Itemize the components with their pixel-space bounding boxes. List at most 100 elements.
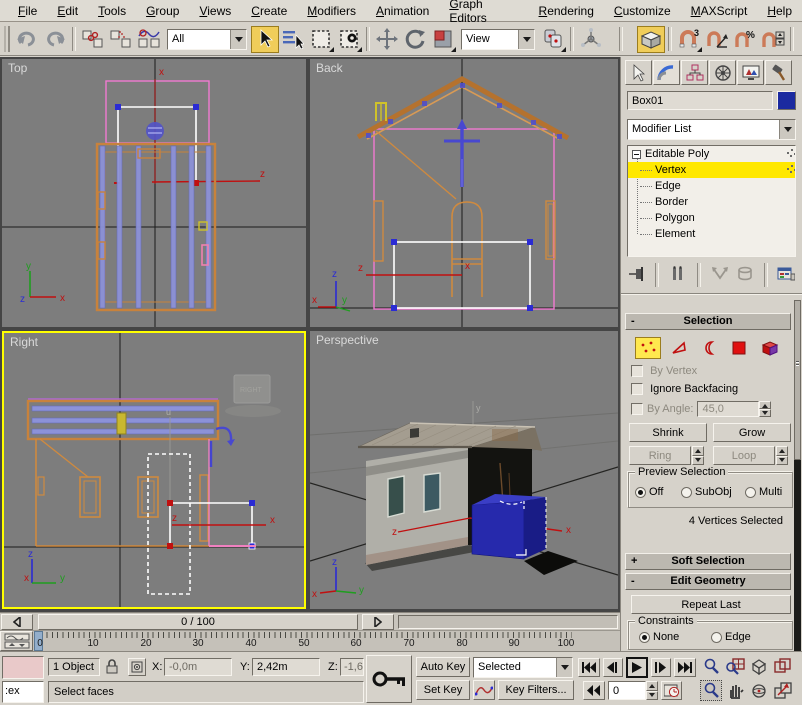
time-configuration-button[interactable]	[661, 681, 682, 700]
menu-animation[interactable]: Animation	[366, 1, 439, 21]
panel-scrollbar[interactable]	[794, 300, 801, 651]
checkbox-box[interactable]	[631, 365, 643, 377]
remove-modifier-button[interactable]	[735, 266, 754, 285]
select-and-manipulate-icon[interactable]	[577, 26, 605, 53]
menu-help[interactable]: Help	[757, 1, 802, 21]
rollout-toggle[interactable]: +	[631, 554, 637, 569]
panel-scrollbar-thumb[interactable]	[794, 300, 801, 460]
viewport-top[interactable]: Top x z	[2, 59, 306, 327]
ring-button[interactable]: Ring	[629, 446, 691, 465]
modifier-list-dropdown[interactable]: Modifier List	[627, 119, 796, 140]
use-pivot-point-center-icon[interactable]	[539, 26, 567, 53]
viewport-top-label[interactable]: Top	[8, 61, 27, 75]
viewport-back-label[interactable]: Back	[316, 61, 343, 75]
toolbar-drag-handle[interactable]	[4, 26, 10, 52]
checkbox-box[interactable]	[631, 403, 643, 415]
grow-button[interactable]: Grow	[713, 423, 791, 442]
stack-item-element[interactable]: Element	[628, 226, 795, 242]
menu-create[interactable]: Create	[241, 1, 297, 21]
menu-tools[interactable]: Tools	[88, 1, 136, 21]
spinner-down-icon[interactable]	[646, 691, 658, 701]
viewport-back[interactable]: Back	[310, 59, 618, 327]
viewport-right[interactable]: Right RIGHT	[2, 331, 306, 609]
rectangular-selection-region-icon[interactable]	[307, 26, 335, 53]
rollout-toggle[interactable]: -	[631, 314, 635, 329]
element-mode-icon[interactable]	[757, 337, 783, 359]
vertex-mode-icon[interactable]	[635, 337, 661, 359]
object-color-swatch[interactable]	[777, 91, 796, 110]
z-coord-field[interactable]: -1,673	[340, 658, 364, 676]
dropdown-arrow-icon[interactable]	[556, 658, 572, 677]
show-end-result-button[interactable]	[668, 266, 687, 285]
y-coord-field[interactable]: 2,42m	[252, 658, 320, 676]
dropdown-arrow-icon[interactable]	[779, 120, 795, 139]
preview-multi-radio[interactable]: Multi	[745, 486, 782, 498]
radio-button[interactable]	[711, 632, 722, 643]
play-button[interactable]	[626, 657, 648, 678]
zoom-button[interactable]	[700, 656, 722, 677]
spinner-up-icon[interactable]	[692, 446, 704, 456]
edge-mode-icon[interactable]	[667, 337, 691, 359]
stack-item-vertex[interactable]: Vertex	[628, 162, 795, 178]
configure-modifier-sets-button[interactable]	[777, 266, 796, 285]
stack-item-border[interactable]: Border	[628, 194, 795, 210]
stack-item-polygon[interactable]: Polygon	[628, 210, 795, 226]
go-to-end-button[interactable]	[674, 658, 696, 677]
ignore-backfacing-checkbox[interactable]: Ignore Backfacing	[631, 383, 738, 398]
select-and-scale-icon[interactable]	[429, 26, 457, 53]
loop-button[interactable]: Loop	[713, 446, 775, 465]
menu-customize[interactable]: Customize	[604, 1, 681, 21]
polygon-mode-icon[interactable]	[727, 337, 751, 359]
by-vertex-checkbox[interactable]: By Vertex	[631, 365, 697, 380]
selection-set-dropdown[interactable]: Selected	[473, 657, 573, 678]
spinner-up-icon[interactable]	[759, 401, 771, 409]
stack-item-edge[interactable]: Edge	[628, 178, 795, 194]
window-crossing-toggle-icon[interactable]	[335, 26, 363, 53]
select-and-move-icon[interactable]	[373, 26, 401, 53]
spinner-up-icon[interactable]	[646, 681, 658, 691]
region-zoom-button[interactable]	[700, 680, 722, 701]
keyboard-shortcut-override-icon[interactable]	[637, 26, 665, 53]
spinner-down-icon[interactable]	[692, 456, 704, 466]
shrink-button[interactable]: Shrink	[629, 423, 707, 442]
set-keys-button[interactable]	[366, 655, 412, 703]
absolute-mode-toggle[interactable]	[128, 658, 146, 676]
zoom-all-button[interactable]	[724, 656, 746, 677]
tab-create[interactable]	[625, 60, 652, 85]
x-coord-field[interactable]: -0,0m	[164, 658, 232, 676]
preview-subobj-radio[interactable]: SubObj	[681, 486, 732, 498]
tab-utilities[interactable]	[765, 60, 792, 85]
repeat-last-button[interactable]: Repeat Last	[631, 595, 791, 614]
spinner-snap-toggle-icon[interactable]	[759, 26, 787, 53]
spinner-up-icon[interactable]	[776, 446, 788, 456]
spinner-down-icon[interactable]	[759, 409, 771, 417]
bind-to-space-warp-icon[interactable]	[135, 26, 163, 53]
open-mini-curve-editor-button[interactable]	[0, 631, 33, 651]
maximize-viewport-toggle-button[interactable]	[772, 680, 794, 701]
radio-button[interactable]	[635, 487, 646, 498]
dropdown-arrow-icon[interactable]	[518, 30, 534, 49]
zoom-extents-button[interactable]	[748, 656, 770, 677]
rollout-edit-geometry[interactable]: - Edit Geometry	[625, 573, 791, 590]
make-unique-button[interactable]	[710, 266, 729, 285]
current-frame-field[interactable]: 0	[608, 681, 646, 700]
pin-stack-button[interactable]	[627, 266, 646, 285]
selection-filter-dropdown[interactable]: All	[167, 29, 247, 50]
menu-views[interactable]: Views	[189, 1, 241, 21]
spinner-down-icon[interactable]	[776, 456, 788, 466]
border-mode-icon[interactable]	[697, 337, 721, 359]
stack-item-editable-poly[interactable]: Editable Poly	[628, 146, 795, 162]
ring-spinner[interactable]	[692, 446, 704, 465]
radio-button[interactable]	[639, 632, 650, 643]
percent-snap-toggle-icon[interactable]: %	[731, 26, 759, 53]
tab-hierarchy[interactable]	[681, 60, 708, 85]
viewport-right-label[interactable]: Right	[10, 335, 38, 349]
undo-icon[interactable]	[13, 26, 41, 53]
next-frame-button[interactable]	[651, 658, 671, 677]
tab-modify[interactable]	[653, 60, 680, 85]
menu-maxscript[interactable]: MAXScript	[681, 1, 758, 21]
tab-display[interactable]	[737, 60, 764, 85]
pan-button[interactable]	[724, 680, 746, 701]
unlink-selection-icon[interactable]	[107, 26, 135, 53]
preview-off-radio[interactable]: Off	[635, 486, 663, 498]
